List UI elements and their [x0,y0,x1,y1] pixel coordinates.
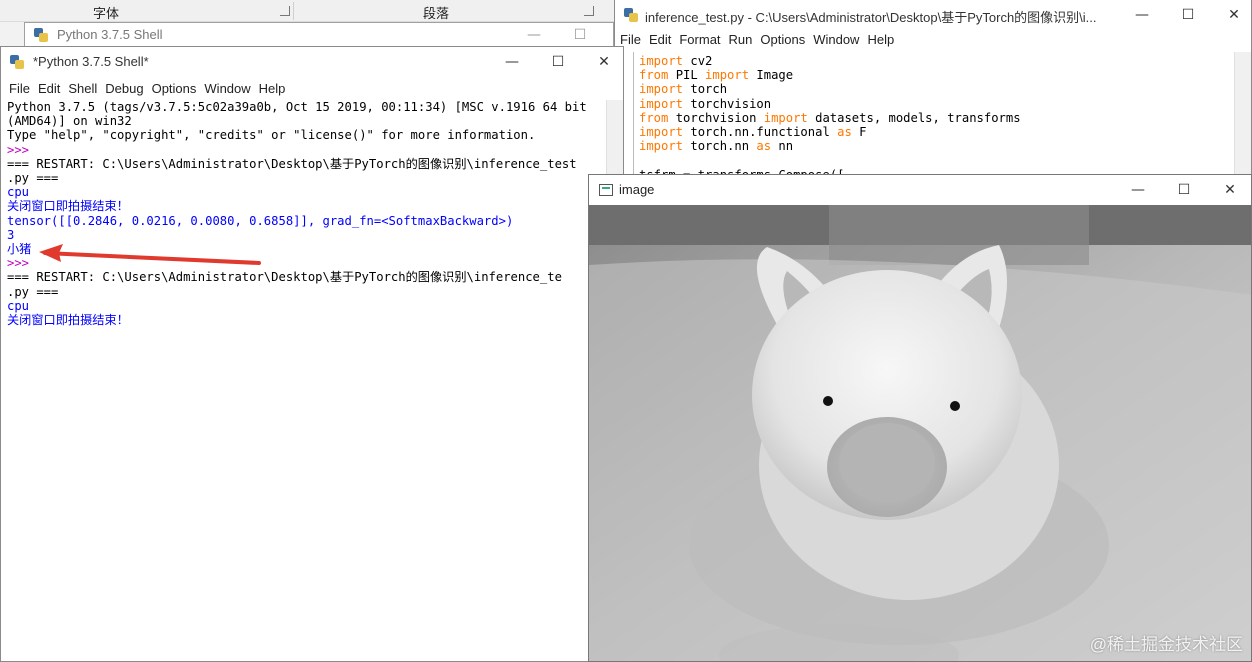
minimize-icon[interactable]: — [511,23,557,47]
code-token: PIL [668,68,706,83]
menu-file[interactable]: File [9,79,30,99]
maximize-icon[interactable]: ☐ [1161,175,1207,205]
code-token: torch.nn.functional [683,125,838,140]
python-file-icon [623,7,639,23]
menu-debug[interactable]: Debug [105,79,143,99]
code-keyword: import [639,139,684,154]
code-token: torchvision [683,96,772,111]
code-line: import torch.nn as nn [639,139,1234,153]
shell-line: Type "help", "copyright", "credits" or "… [7,128,536,143]
window-title: image [619,182,655,197]
code-line: import cv2 [639,54,1234,68]
menu-options[interactable]: Options [760,30,805,50]
close-icon[interactable]: ✕ [1211,0,1252,30]
paragraph-dialog-launcher-icon[interactable] [584,6,594,16]
code-token: F [851,125,867,140]
code-token: Image [749,68,794,83]
code-keyword: import [639,82,684,97]
code-keyword: as [837,125,852,140]
code-keyword: import [705,68,750,83]
shell-line: 关闭窗口即拍摄结束！ [7,199,129,214]
close-icon[interactable]: ✕ [581,47,627,77]
shell-line: cpu [7,298,30,313]
image-window-icon [599,184,613,196]
menu-window[interactable]: Window [204,79,250,99]
ribbon-divider [293,2,294,20]
code-token: cv2 [683,54,713,68]
shell-menubar: File Edit Shell Debug Options Window Help [1,79,623,99]
shell-line: (AMD64)] on win32 [7,114,132,129]
shell-line: === RESTART: C:\Users\Administrator\Desk… [7,156,577,171]
maximize-icon[interactable]: ☐ [535,47,581,77]
shell-output[interactable]: Python 3.7.5 (tags/v3.7.5:5c02a39a0b, Oc… [7,100,606,661]
code-line: import torch [639,82,1234,96]
camera-frame: @稀土掘金技术社区 [589,205,1251,661]
python-icon [9,54,25,70]
code-keyword: import [639,125,684,140]
menu-run[interactable]: Run [729,30,753,50]
minimize-icon[interactable]: — [1115,175,1161,205]
shell-line: .py === [7,284,59,299]
shell-line: === RESTART: C:\Users\Administrator\Desk… [7,270,562,285]
code-token: torch [683,82,728,97]
font-group-label: 字体 [93,6,120,21]
image-window[interactable]: image — ☐ ✕ @稀土掘金技术社区 [588,174,1252,662]
code-line: from PIL import Image [639,68,1234,82]
maximize-icon[interactable]: ☐ [557,23,603,47]
menu-options[interactable]: Options [152,79,197,99]
python-icon [33,27,49,43]
red-arrow-annotation [39,244,261,265]
window-title: inference_test.py - C:\Users\Administrat… [645,10,1097,25]
close-icon[interactable]: ✕ [1207,175,1252,205]
menu-help[interactable]: Help [259,79,286,99]
code-keyword: from [639,68,669,83]
font-dialog-launcher-icon[interactable] [280,6,290,16]
window-title: *Python 3.7.5 Shell* [33,54,149,69]
code-line: import torchvision [639,97,1234,111]
shell-line: >>> [7,142,37,157]
editor-window[interactable]: inference_test.py - C:\Users\Administrat… [614,0,1252,200]
menu-format[interactable]: Format [679,30,720,50]
shell-line: 关闭窗口即拍摄结束！ [7,313,129,328]
menu-shell[interactable]: Shell [68,79,97,99]
menu-window[interactable]: Window [813,30,859,50]
code-token: datasets, models, transforms [807,110,1021,125]
code-line: import torch.nn.functional as F [639,125,1234,139]
shell-line: .py === [7,171,59,186]
editor-menubar: File Edit Format Run Options Window Help [615,30,1251,50]
code-keyword: from [639,110,669,125]
shell-line: Python 3.7.5 (tags/v3.7.5:5c02a39a0b, Oc… [7,100,587,114]
word-ribbon-strip: 字体 段落 [0,0,614,22]
minimize-icon[interactable]: — [1119,0,1165,30]
code-keyword: import [763,110,808,125]
menu-help[interactable]: Help [867,30,894,50]
window-title: Python 3.7.5 Shell [57,27,163,42]
watermark-text: @稀土掘金技术社区 [1089,635,1243,654]
code-token: torchvision [668,110,764,125]
minimize-icon[interactable]: — [489,47,535,77]
shell-line: tensor([[0.2846, 0.0216, 0.0080, 0.6858]… [7,213,514,228]
shell-window[interactable]: *Python 3.7.5 Shell* — ☐ ✕ File Edit Shell… [0,46,624,662]
code-line: from torchvision import datasets, models… [639,111,1234,125]
code-keyword: import [639,96,684,111]
paragraph-group-label: 段落 [423,6,450,21]
code-keyword: import [639,54,684,68]
code-keyword: as [756,139,772,154]
code-token: torch.nn [683,139,757,154]
pig-figurine-photo [589,205,1251,661]
menu-edit[interactable]: Edit [38,79,60,99]
maximize-icon[interactable]: ☐ [1165,0,1211,30]
code-token: nn [771,139,794,154]
menu-edit[interactable]: Edit [649,30,671,50]
shell-line: cpu [7,185,30,200]
